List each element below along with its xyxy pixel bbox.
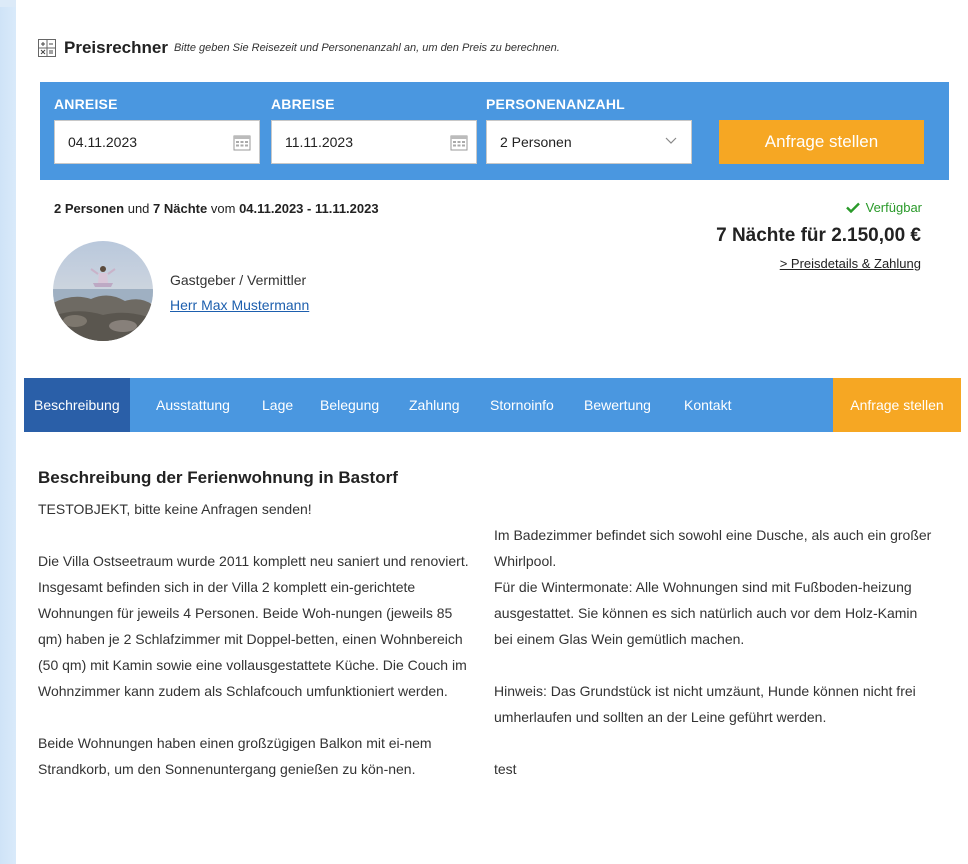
- summary-and: und: [127, 201, 150, 216]
- checkmark-icon: [845, 202, 860, 213]
- departure-date-value: 11.11.2023: [285, 134, 353, 150]
- tab-request-button[interactable]: Anfrage stellen: [833, 378, 961, 432]
- price-details-link[interactable]: > Preisdetails & Zahlung: [780, 256, 921, 271]
- calendar-icon[interactable]: [233, 134, 251, 151]
- request-button[interactable]: Anfrage stellen: [719, 120, 924, 164]
- description-paragraph: TESTOBJEKT, bitte keine Anfragen senden!: [38, 501, 312, 517]
- tab-belegung[interactable]: Belegung: [320, 378, 379, 432]
- host-avatar: [53, 241, 153, 341]
- description-title: Beschreibung der Ferienwohnung in Bastor…: [38, 468, 398, 487]
- persons-select[interactable]: 2 Personen: [486, 120, 692, 164]
- description-paragraph: Für die Wintermonate: Alle Wohnungen sin…: [494, 579, 918, 647]
- summary-nights: 7 Nächte: [153, 201, 208, 216]
- description-paragraph: test: [494, 761, 517, 777]
- departure-date-input[interactable]: 11.11.2023: [271, 120, 477, 164]
- tab-zahlung[interactable]: Zahlung: [409, 378, 460, 432]
- description-column-left: TESTOBJEKT, bitte keine Anfragen senden!…: [38, 496, 480, 782]
- tab-kontakt[interactable]: Kontakt: [684, 378, 731, 432]
- availability-status: Verfügbar: [845, 200, 922, 215]
- persons-value: 2 Personen: [500, 134, 572, 150]
- booking-form: ANREISE 04.11.2023 ABREISE 11.11.2023 PE…: [40, 82, 949, 180]
- calculator-icon: [38, 39, 56, 57]
- host-name-link[interactable]: Herr Max Mustermann: [170, 297, 309, 313]
- departure-label: ABREISE: [271, 96, 335, 112]
- calculator-title: Preisrechner: [64, 38, 168, 57]
- arrival-date-value: 04.11.2023: [68, 134, 138, 150]
- tab-stornoinfo[interactable]: Stornoinfo: [490, 378, 554, 432]
- content-panel: Preisrechner Bitte geben Sie Reisezeit u…: [16, 0, 968, 864]
- summary-range: 04.11.2023 - 11.11.2023: [239, 201, 379, 216]
- tab-lage[interactable]: Lage: [262, 378, 293, 432]
- summary-from: vom: [210, 201, 236, 216]
- description-column-right: Im Badezimmer befindet sich sowohl eine …: [494, 522, 934, 782]
- calculator-hint: Bitte geben Sie Reisezeit und Personenan…: [173, 42, 560, 54]
- persons-label: PERSONENANZAHL: [486, 96, 625, 112]
- description-paragraph: Die Villa Ostseetraum wurde 2011 komplet…: [38, 553, 469, 699]
- description-paragraph: Hinweis: Das Grundstück ist nicht umzäun…: [494, 683, 916, 725]
- arrival-date-input[interactable]: 04.11.2023: [54, 120, 260, 164]
- calculator-header: Preisrechner Bitte geben Sie Reisezeit u…: [38, 38, 560, 58]
- calendar-icon[interactable]: [450, 134, 468, 151]
- tab-bar: Beschreibung Ausstattung Lage Belegung Z…: [24, 378, 961, 432]
- arrival-label: ANREISE: [54, 96, 118, 112]
- availability-text: Verfügbar: [865, 200, 922, 215]
- description-paragraph: Im Badezimmer befindet sich sowohl eine …: [494, 527, 932, 569]
- summary-persons: 2 Personen: [54, 201, 125, 216]
- host-role: Gastgeber / Vermittler: [170, 272, 307, 288]
- description-paragraph: Beide Wohnungen haben einen großzügigen …: [38, 735, 432, 777]
- booking-summary: 2 Personen und 7 Nächte vom 04.11.2023 -…: [54, 201, 379, 216]
- tab-beschreibung[interactable]: Beschreibung: [24, 378, 130, 432]
- tab-bewertung[interactable]: Bewertung: [584, 378, 651, 432]
- chevron-down-icon: [665, 137, 677, 144]
- total-price: 7 Nächte für 2.150,00 €: [716, 225, 921, 246]
- tab-ausstattung[interactable]: Ausstattung: [156, 378, 230, 432]
